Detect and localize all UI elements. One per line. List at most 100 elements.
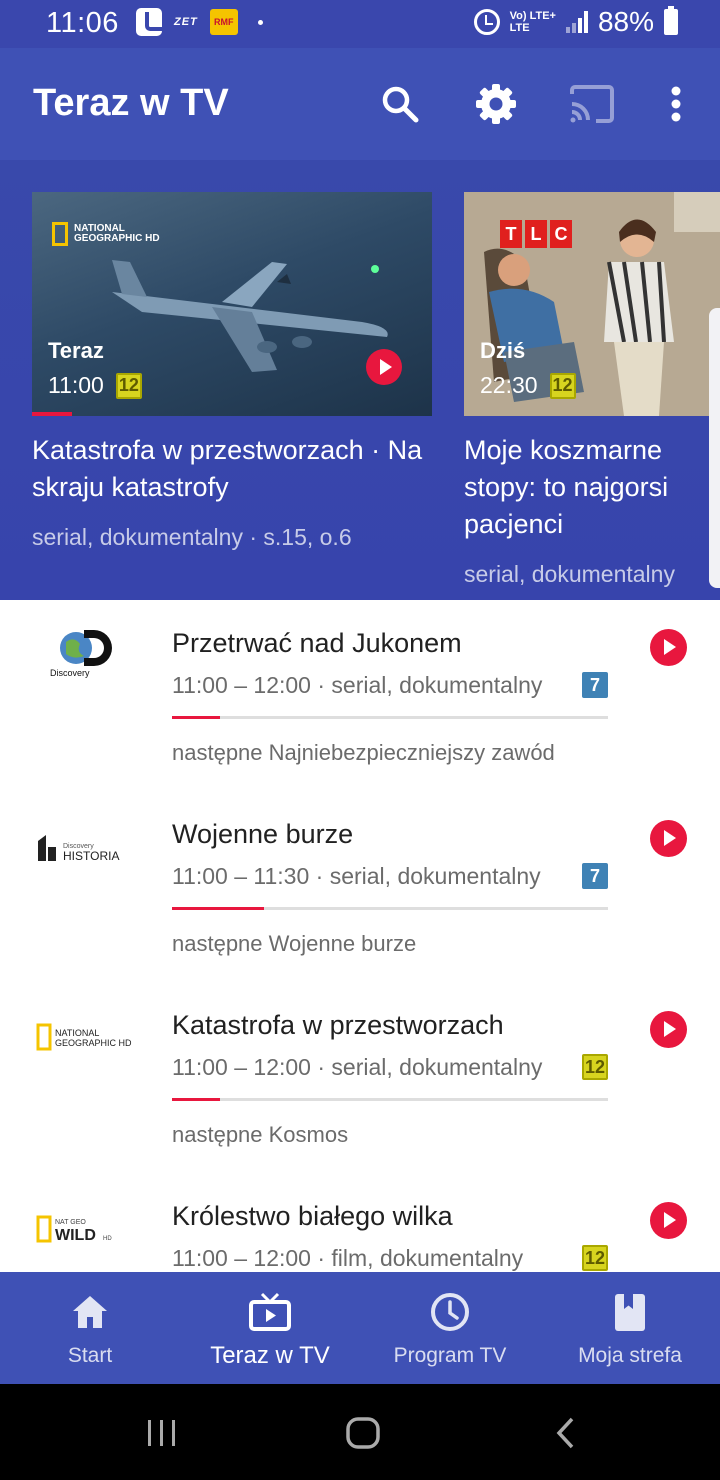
home-icon <box>73 1296 107 1328</box>
program-progress-fill <box>172 716 220 719</box>
program-next: następne Wojenne burze <box>172 931 417 956</box>
featured-thumbnail[interactable]: TLC Dziś 22:30 12 <box>464 192 720 416</box>
svg-text:Discovery: Discovery <box>50 668 90 678</box>
battery-icon <box>664 6 678 35</box>
featured-progress-bar <box>32 412 72 416</box>
program-title: Katastrofa w przestworzach <box>172 1010 504 1040</box>
age-rating-badge: 12 <box>549 372 576 399</box>
channel-logo: TLC <box>500 220 572 248</box>
nav-program-tv[interactable]: Program TV <box>360 1272 540 1384</box>
program-next: następne Najniebezpieczniejszy zawód <box>172 740 555 765</box>
age-rating-badge: 7 <box>582 672 608 698</box>
program-progress-track <box>172 1098 608 1101</box>
back-icon[interactable] <box>554 1416 576 1450</box>
zet-radio-icon: ZET <box>174 16 198 28</box>
featured-subtitle: serial, dokumentalny <box>464 561 675 587</box>
network-type: Vo) LTE+ LTE <box>510 10 556 34</box>
program-progress-fill <box>172 907 264 910</box>
program-meta: 11:00 – 12:00 · serial, dokumentalny <box>172 672 543 698</box>
status-time: 11:06 <box>46 7 119 39</box>
more-vert-icon[interactable] <box>654 82 698 126</box>
nav-label: Moja strefa <box>578 1344 682 1367</box>
program-meta: 11:00 – 12:00 · serial, dokumentalny <box>172 1054 543 1080</box>
featured-thumbnail[interactable]: NATIONAL GEOGRAPHIC HD Teraz 11:00 12 <box>32 192 432 416</box>
scroll-handle[interactable] <box>709 308 720 588</box>
svg-text:NAT GEO: NAT GEO <box>55 1219 86 1226</box>
featured-carousel[interactable]: NATIONAL GEOGRAPHIC HD Teraz 11:00 12 Kat… <box>0 160 720 600</box>
featured-when: Teraz <box>48 338 104 363</box>
app-notification-icon <box>136 8 162 36</box>
svg-text:WILD: WILD <box>55 1227 96 1244</box>
program-title: Wojenne burze <box>172 819 354 849</box>
svg-text:HD: HD <box>103 1236 112 1242</box>
featured-title[interactable]: Moje koszmarne stopy: to najgorsi pacjen… <box>464 432 720 543</box>
nav-label: Teraz w TV <box>210 1342 330 1369</box>
system-status-icons: Vo) LTE+ LTE 88% <box>473 6 678 38</box>
featured-time-row: 11:00 12 <box>48 372 142 399</box>
featured-title[interactable]: Katastrofa w przestworzach · Na skraju k… <box>32 432 432 506</box>
settings-icon[interactable] <box>474 82 518 126</box>
svg-text:GEOGRAPHIC HD: GEOGRAPHIC HD <box>55 1038 132 1048</box>
program-progress-track <box>172 907 608 910</box>
clock-icon <box>431 1293 469 1331</box>
featured-title-text: Moje koszmarne stopy: to najgorsi pacjen… <box>464 435 669 539</box>
featured-time: 22:30 <box>480 372 538 398</box>
svg-text:NATIONAL: NATIONAL <box>55 1028 99 1038</box>
signal-icon <box>565 11 588 33</box>
system-navigation-bar <box>0 1384 720 1480</box>
channel-logo-discovery: Discovery <box>30 624 140 684</box>
program-row[interactable]: Discovery HISTORIA Wojenne burze 11:00 –… <box>0 791 720 982</box>
airplane-image <box>112 260 388 372</box>
age-rating-badge: 12 <box>582 1054 608 1080</box>
program-title: Królestwo białego wilka <box>172 1201 453 1231</box>
featured-when: Dziś <box>480 338 526 363</box>
program-row[interactable]: NATIONAL GEOGRAPHIC HD Katastrofa w prze… <box>0 982 720 1173</box>
notification-icons: ZET RMF <box>136 8 263 36</box>
channel-logo-national-geographic: NATIONAL GEOGRAPHIC HD <box>30 1008 140 1068</box>
play-icon[interactable] <box>650 820 687 857</box>
featured-card[interactable]: NATIONAL GEOGRAPHIC HD Teraz 11:00 12 Kat… <box>32 192 432 551</box>
nav-teraz-w-tv[interactable]: Teraz w TV <box>180 1272 360 1384</box>
search-icon[interactable] <box>378 82 422 126</box>
play-icon[interactable] <box>366 349 402 385</box>
channel-logo-discovery-historia: Discovery HISTORIA <box>30 821 140 881</box>
svg-text:HISTORIA: HISTORIA <box>63 849 119 863</box>
network-type-top: Vo) LTE+ <box>509 10 556 22</box>
status-bar: 11:06 ZET RMF Vo) LTE+ LTE 88% <box>0 0 720 48</box>
play-icon[interactable] <box>650 1011 687 1048</box>
battery-percent: 88% <box>597 6 654 37</box>
tv-play-icon <box>249 1292 291 1331</box>
bookmark-icon <box>615 1294 645 1331</box>
age-rating-badge: 12 <box>582 1245 608 1271</box>
featured-subtitle: serial, dokumentalny · s.15, o.6 <box>32 524 352 550</box>
nav-start[interactable]: Start <box>0 1272 180 1384</box>
featured-time-row: 22:30 12 <box>480 372 576 399</box>
rmf-radio-icon: RMF <box>209 9 238 35</box>
play-icon[interactable] <box>650 629 687 666</box>
home-button-icon[interactable] <box>345 1416 381 1450</box>
app-title: Teraz w TV <box>33 82 229 124</box>
program-next: następne Kosmos <box>172 1122 349 1147</box>
network-type-bottom: LTE <box>509 22 530 34</box>
program-list[interactable]: Discovery Przetrwać nad Jukonem 11:00 – … <box>0 600 720 1272</box>
alarm-icon <box>473 9 500 35</box>
nav-moja-strefa[interactable]: Moja strefa <box>540 1272 720 1384</box>
nav-label: Program TV <box>393 1344 507 1367</box>
program-progress-fill <box>172 1098 220 1101</box>
play-icon[interactable] <box>650 1202 687 1239</box>
age-rating-badge: 12 <box>115 372 142 399</box>
more-notifications-dot-icon <box>257 19 263 25</box>
channel-logo-nat-geo-wild: NAT GEO WILD HD <box>30 1199 140 1259</box>
bottom-navigation: Start Teraz w TV Program TV Moja strefa <box>0 1272 720 1384</box>
program-meta: 11:00 – 11:30 · serial, dokumentalny <box>172 863 541 889</box>
cast-icon[interactable] <box>568 82 616 126</box>
featured-time: 11:00 <box>48 372 104 398</box>
program-row[interactable]: NAT GEO WILD HD Królestwo białego wilka … <box>0 1173 720 1272</box>
program-row[interactable]: Discovery Przetrwać nad Jukonem 11:00 – … <box>0 600 720 791</box>
program-meta: 11:00 – 12:00 · film, dokumentalny <box>172 1245 524 1271</box>
app-bar: Teraz w TV <box>0 48 720 160</box>
recent-apps-icon[interactable] <box>146 1418 178 1448</box>
nav-label: Start <box>67 1344 113 1367</box>
age-rating-badge: 7 <box>582 863 608 889</box>
featured-card[interactable]: TLC Dziś 22:30 12 Moje koszmarne stopy: … <box>464 192 720 588</box>
